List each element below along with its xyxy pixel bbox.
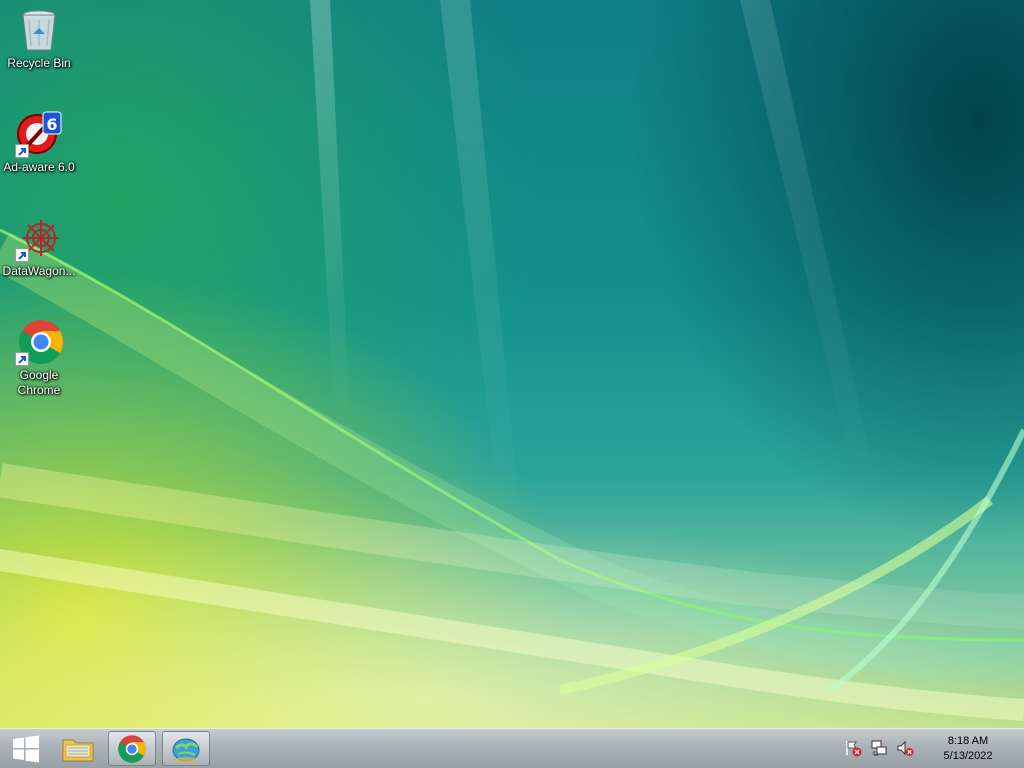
- desktop-icon-google-chrome[interactable]: Google Chrome: [1, 318, 77, 398]
- taskbar-windows-explorer[interactable]: [54, 731, 102, 766]
- globe-icon: [172, 738, 200, 763]
- taskbar-google-chrome[interactable]: [108, 731, 156, 766]
- shortcut-arrow-icon: [15, 352, 29, 366]
- svg-text:6: 6: [46, 115, 57, 134]
- windows-logo-icon: [13, 735, 39, 762]
- shortcut-arrow-icon: [15, 248, 29, 262]
- desktop-icon-ad-aware[interactable]: 6 Ad-aware 6.0: [1, 110, 77, 175]
- clock-time: 8:18 AM: [947, 735, 989, 747]
- folder-icon: [62, 739, 94, 761]
- desktop-icon-recycle-bin[interactable]: Recycle Bin: [1, 6, 77, 71]
- desktop-icon-label: DataWagon...: [2, 264, 76, 278]
- shortcut-arrow-icon: [15, 144, 29, 158]
- taskbar-network-app[interactable]: [162, 731, 210, 766]
- ad-aware-icon: 6: [15, 110, 63, 158]
- desktop-icon-datawagon[interactable]: DataWagon...: [1, 214, 77, 279]
- chrome-icon: [15, 318, 63, 366]
- desktop[interactable]: Recycle Bin 6 Ad-aware 6.0 DataWagon... …: [0, 0, 1024, 728]
- system-tray: [844, 739, 914, 757]
- recycle-bin-icon: [15, 6, 63, 54]
- action-center-flag-icon[interactable]: [844, 739, 862, 757]
- desktop-icon-label: Ad-aware 6.0: [3, 160, 75, 174]
- taskbar: 8:18 AM 5/13/2022: [0, 728, 1024, 768]
- taskbar-clock[interactable]: 8:18 AM 5/13/2022: [928, 734, 1008, 764]
- datawagon-icon: [15, 214, 63, 262]
- clock-date: 5/13/2022: [943, 750, 993, 762]
- network-icon[interactable]: [870, 739, 888, 757]
- desktop-icon-label: Google Chrome: [17, 368, 61, 397]
- volume-muted-icon[interactable]: [896, 739, 914, 757]
- chrome-icon: [118, 734, 146, 763]
- desktop-icon-label: Recycle Bin: [7, 56, 71, 70]
- wallpaper-ribbons: [0, 0, 1024, 721]
- start-button[interactable]: [4, 731, 48, 766]
